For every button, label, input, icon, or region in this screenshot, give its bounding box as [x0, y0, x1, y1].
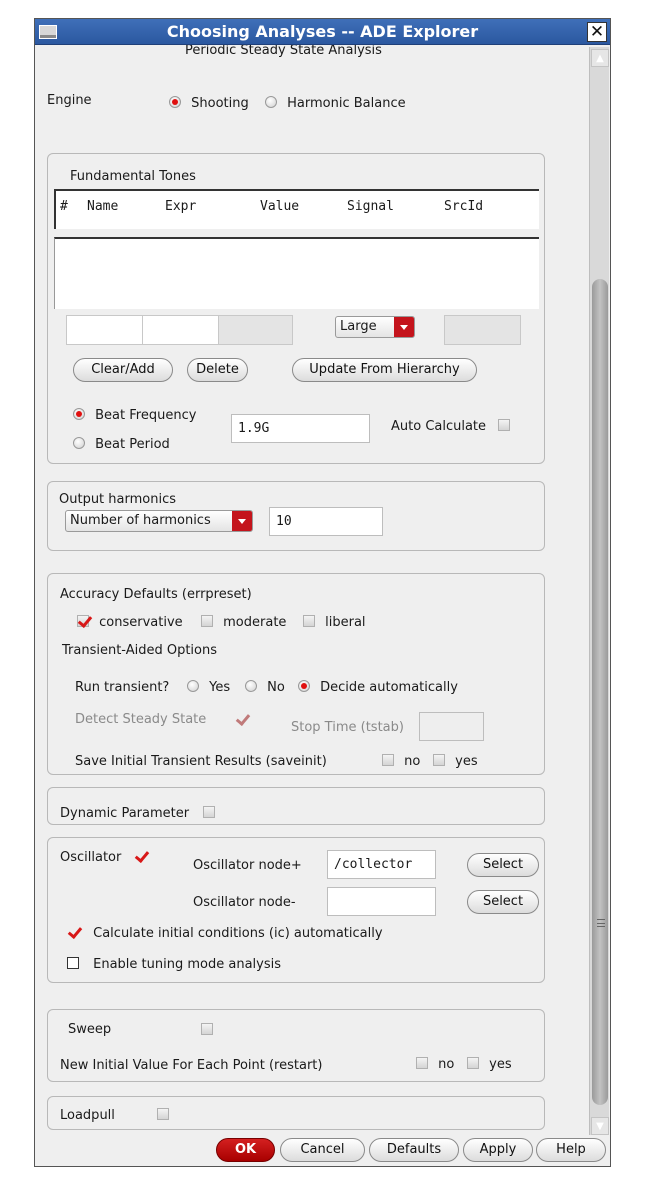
scrollbar-thumb[interactable] [592, 279, 608, 1105]
accuracy-option-conservative[interactable]: conservative [77, 615, 183, 630]
delete-button[interactable]: Delete [187, 358, 248, 382]
calc-ic-option[interactable]: Calculate initial conditions (ic) automa… [67, 926, 382, 941]
run-transient-auto[interactable]: Decide automatically [298, 680, 458, 695]
harmonic-balance-radio-icon[interactable] [265, 96, 277, 108]
beat-frequency-input[interactable]: 1.9G [231, 414, 370, 443]
cancel-button[interactable]: Cancel [280, 1138, 365, 1162]
col-srcid: SrcId [444, 199, 484, 214]
tones-table-body[interactable] [54, 237, 539, 309]
help-button[interactable]: Help [536, 1138, 606, 1162]
fundamental-tones-label: Fundamental Tones [70, 169, 196, 184]
stop-time-input [419, 712, 484, 741]
chevron-down-icon[interactable] [232, 511, 252, 531]
srcid-input [444, 315, 521, 345]
harmonics-count-input[interactable]: 10 [269, 507, 383, 536]
accuracy-group [47, 573, 545, 775]
button-bar: OK Cancel Defaults Apply Help [35, 1135, 610, 1166]
no-radio-icon[interactable] [245, 680, 257, 692]
clear-add-button[interactable]: Clear/Add [73, 358, 173, 382]
close-icon[interactable]: ✕ [587, 22, 607, 42]
liberal-checkbox-icon[interactable] [303, 615, 315, 627]
col-expr: Expr [165, 199, 197, 214]
conservative-checkbox-icon[interactable] [77, 615, 89, 627]
select-node-plus-button[interactable]: Select [467, 853, 539, 877]
tones-table-header: # Name Expr Value Signal SrcId [54, 189, 539, 229]
ok-button[interactable]: OK [216, 1138, 275, 1162]
engine-option-harmonic-balance[interactable]: Harmonic Balance [265, 96, 406, 111]
select-node-minus-button[interactable]: Select [467, 890, 539, 914]
accuracy-label: Accuracy Defaults (errpreset) [60, 587, 252, 602]
oscillator-node-minus-input[interactable] [327, 887, 436, 916]
chevron-down-icon[interactable] [394, 317, 414, 337]
window-title: Choosing Analyses -- ADE Explorer [166, 22, 479, 41]
save-yes-checkbox-icon[interactable] [433, 754, 445, 766]
restart-label: New Initial Value For Each Point (restar… [60, 1058, 323, 1073]
oscillator-node-minus-label: Oscillator node- [193, 895, 296, 910]
beat-period-option[interactable]: Beat Period [73, 437, 170, 452]
tuning-mode-checkbox-icon[interactable] [67, 957, 79, 969]
calc-ic-checkbox-icon[interactable] [67, 926, 79, 938]
run-transient-yes[interactable]: Yes [187, 680, 230, 695]
dynamic-parameter-option[interactable]: Dynamic Parameter [60, 806, 216, 821]
shooting-radio-icon[interactable] [169, 96, 181, 108]
oscillator-node-plus-label: Oscillator node+ [193, 858, 302, 873]
scroll-down-icon[interactable]: ▼ [591, 1117, 609, 1135]
moderate-checkbox-icon[interactable] [201, 615, 213, 627]
transient-options-label: Transient-Aided Options [62, 643, 218, 658]
scroll-up-icon[interactable]: ▲ [591, 49, 609, 67]
beat-frequency-radio-icon[interactable] [73, 408, 85, 420]
dynamic-parameter-checkbox-icon[interactable] [203, 806, 216, 818]
yes-radio-icon[interactable] [187, 680, 199, 692]
tone-value-input [218, 315, 293, 345]
loadpull-option[interactable]: Loadpull [60, 1108, 170, 1123]
stop-time-label: Stop Time (tstab) [291, 720, 404, 735]
run-transient-no[interactable]: No [245, 680, 285, 695]
oscillator-option[interactable]: Oscillator [60, 850, 146, 865]
accuracy-option-moderate[interactable]: moderate [201, 615, 286, 630]
auto-calculate-checkbox-icon[interactable] [498, 419, 511, 431]
restart-yes[interactable]: yes [467, 1057, 512, 1072]
col-number: # [60, 199, 68, 214]
save-initial-yes[interactable]: yes [433, 754, 478, 769]
engine-option-shooting[interactable]: Shooting [169, 96, 249, 111]
restart-no[interactable]: no [416, 1057, 454, 1072]
run-transient-label: Run transient? [75, 680, 170, 695]
harmonics-mode-select[interactable]: Number of harmonics [65, 510, 253, 532]
tuning-mode-option[interactable]: Enable tuning mode analysis [67, 957, 281, 972]
beat-frequency-option[interactable]: Beat Frequency [73, 408, 196, 423]
save-initial-label: Save Initial Transient Results (saveinit… [75, 754, 327, 769]
tone-name-input[interactable] [66, 315, 143, 345]
col-name: Name [87, 199, 119, 214]
dialog-content: Periodic Steady State Analysis Engine Sh… [35, 45, 588, 1135]
apply-button[interactable]: Apply [463, 1138, 533, 1162]
detect-steady-state-label: Detect Steady State [75, 712, 207, 727]
dialog-window: Choosing Analyses -- ADE Explorer ✕ Peri… [34, 18, 611, 1167]
accuracy-option-liberal[interactable]: liberal [303, 615, 366, 630]
loadpull-checkbox-icon[interactable] [157, 1108, 170, 1120]
sweep-checkbox-icon[interactable] [201, 1023, 214, 1035]
save-initial-no[interactable]: no [382, 754, 420, 769]
section-header: Periodic Steady State Analysis [185, 45, 382, 58]
save-no-checkbox-icon[interactable] [382, 754, 394, 766]
output-harmonics-label: Output harmonics [59, 492, 176, 507]
title-bar[interactable]: Choosing Analyses -- ADE Explorer ✕ [35, 19, 610, 45]
oscillator-checkbox-icon[interactable] [134, 850, 146, 862]
restart-yes-checkbox-icon[interactable] [467, 1057, 479, 1069]
auto-calculate-option[interactable]: Auto Calculate [391, 419, 511, 434]
signal-select[interactable]: Large [335, 316, 415, 338]
col-signal: Signal [347, 199, 394, 214]
update-from-hierarchy-button[interactable]: Update From Hierarchy [292, 358, 477, 382]
oscillator-node-plus-input[interactable]: /collector [327, 850, 436, 879]
decide-automatically-radio-icon[interactable] [298, 680, 310, 692]
engine-label: Engine [47, 93, 92, 108]
tone-expr-input[interactable] [142, 315, 219, 345]
beat-period-radio-icon[interactable] [73, 437, 85, 449]
col-value: Value [260, 199, 300, 214]
restart-no-checkbox-icon[interactable] [416, 1057, 428, 1069]
defaults-button[interactable]: Defaults [369, 1138, 459, 1162]
vertical-scrollbar[interactable]: ▲ ▼ [589, 47, 609, 1137]
sweep-label: Sweep [68, 1022, 112, 1037]
detect-steady-state-check-icon [235, 713, 247, 725]
